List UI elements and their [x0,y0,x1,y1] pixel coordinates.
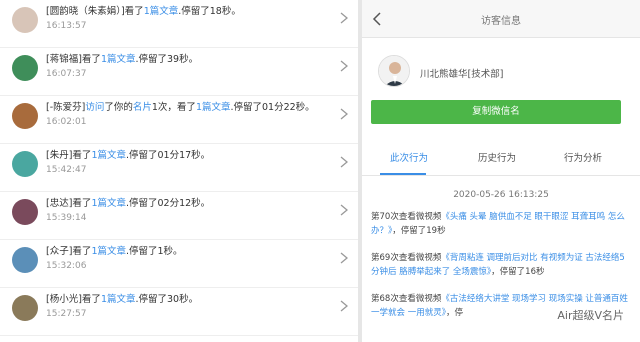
activity-text: [-陈爱芬]访问了你的名片1次，看了1篇文章.停留了01分22秒。 [46,102,315,113]
timestamp: 15:32:06 [46,261,87,271]
activity-text: [圆韵晓（朱素娟）]看了1篇文章.停留了18秒。 [46,6,241,17]
chevron-right-icon[interactable] [340,156,348,168]
behavior-record: 第69次查看微视频《背周粘连 调理前后对比 有视频为证 古法经络5分钟后 胳膊举… [371,253,625,277]
timestamp: 16:07:37 [46,69,87,79]
copy-wechat-name-button[interactable]: 复制微信名 [371,100,621,124]
tab-bar: 此次行为 历史行为 行为分析 [362,150,640,174]
chevron-right-icon[interactable] [340,300,348,312]
visitor-detail-panel: 访客信息 川北熊雄华[技术部] 复制微信名 此次行为 历史行为 行为分析 202… [362,0,640,342]
activity-text: [朱丹]看了1篇文章.停留了01分17秒。 [46,150,211,161]
avatar [12,103,38,129]
list-item[interactable]: [蒋锦福]看了1篇文章.停留了39秒。 16:07:37 [0,48,358,96]
timestamp: 15:42:47 [46,165,87,175]
behavior-record: 第70次查看微视频《头痛 头晕 脑供血不足 眼干眼涩 耳聋耳鸣 怎么办？》，停留… [371,212,625,236]
list-item[interactable]: [朱丹]看了1篇文章.停留了01分17秒。 15:42:47 [0,144,358,192]
tab-this-behavior[interactable]: 此次行为 [390,150,428,164]
timestamp: 16:02:01 [46,117,87,127]
list-item[interactable]: [忠达]看了1篇文章.停留了02分12秒。 15:39:14 [0,192,358,240]
chevron-right-icon[interactable] [340,60,348,72]
watermark: Air超级V名片 [555,307,626,323]
visitor-activity-list: [圆韵晓（朱素娟）]看了1篇文章.停留了18秒。 16:13:57 [蒋锦福]看… [0,0,358,342]
avatar [12,199,38,225]
page-title: 访客信息 [481,16,521,27]
avatar [12,55,38,81]
chevron-right-icon[interactable] [340,12,348,24]
activity-text: [蒋锦福]看了1篇文章.停留了39秒。 [46,54,199,65]
chevron-right-icon[interactable] [340,204,348,216]
avatar [12,7,38,33]
chevron-right-icon[interactable] [340,252,348,264]
tab-history-behavior[interactable]: 历史行为 [478,150,516,164]
chevron-right-icon[interactable] [340,108,348,120]
tab-behavior-analysis[interactable]: 行为分析 [564,150,602,164]
avatar [12,295,38,321]
activity-text: [忠达]看了1篇文章.停留了02分12秒。 [46,198,211,209]
list-item[interactable]: [-陈爱芬]访问了你的名片1次，看了1篇文章.停留了01分22秒。 16:02:… [0,96,358,144]
timestamp: 15:27:57 [46,309,87,319]
activity-text: [杨小光]看了1篇文章.停留了30秒。 [46,294,199,305]
avatar [12,151,38,177]
list-item[interactable]: [杨小光]看了1篇文章.停留了30秒。 15:27:57 [0,288,358,336]
list-item[interactable]: [众子]看了1篇文章.停留了1秒。 15:32:06 [0,240,358,288]
record-date: 2020-05-26 16:13:25 [453,190,549,200]
avatar [378,55,410,87]
avatar [12,247,38,273]
timestamp: 15:39:14 [46,213,87,223]
timestamp: 16:13:57 [46,21,87,31]
list-item[interactable]: [圆韵晓（朱素娟）]看了1篇文章.停留了18秒。 16:13:57 [0,0,358,48]
profile-name: 川北熊雄华[技术部] [420,69,504,80]
divider [362,175,640,176]
activity-text: [众子]看了1篇文章.停留了1秒。 [46,246,183,257]
header-bar: 访客信息 [362,0,640,38]
